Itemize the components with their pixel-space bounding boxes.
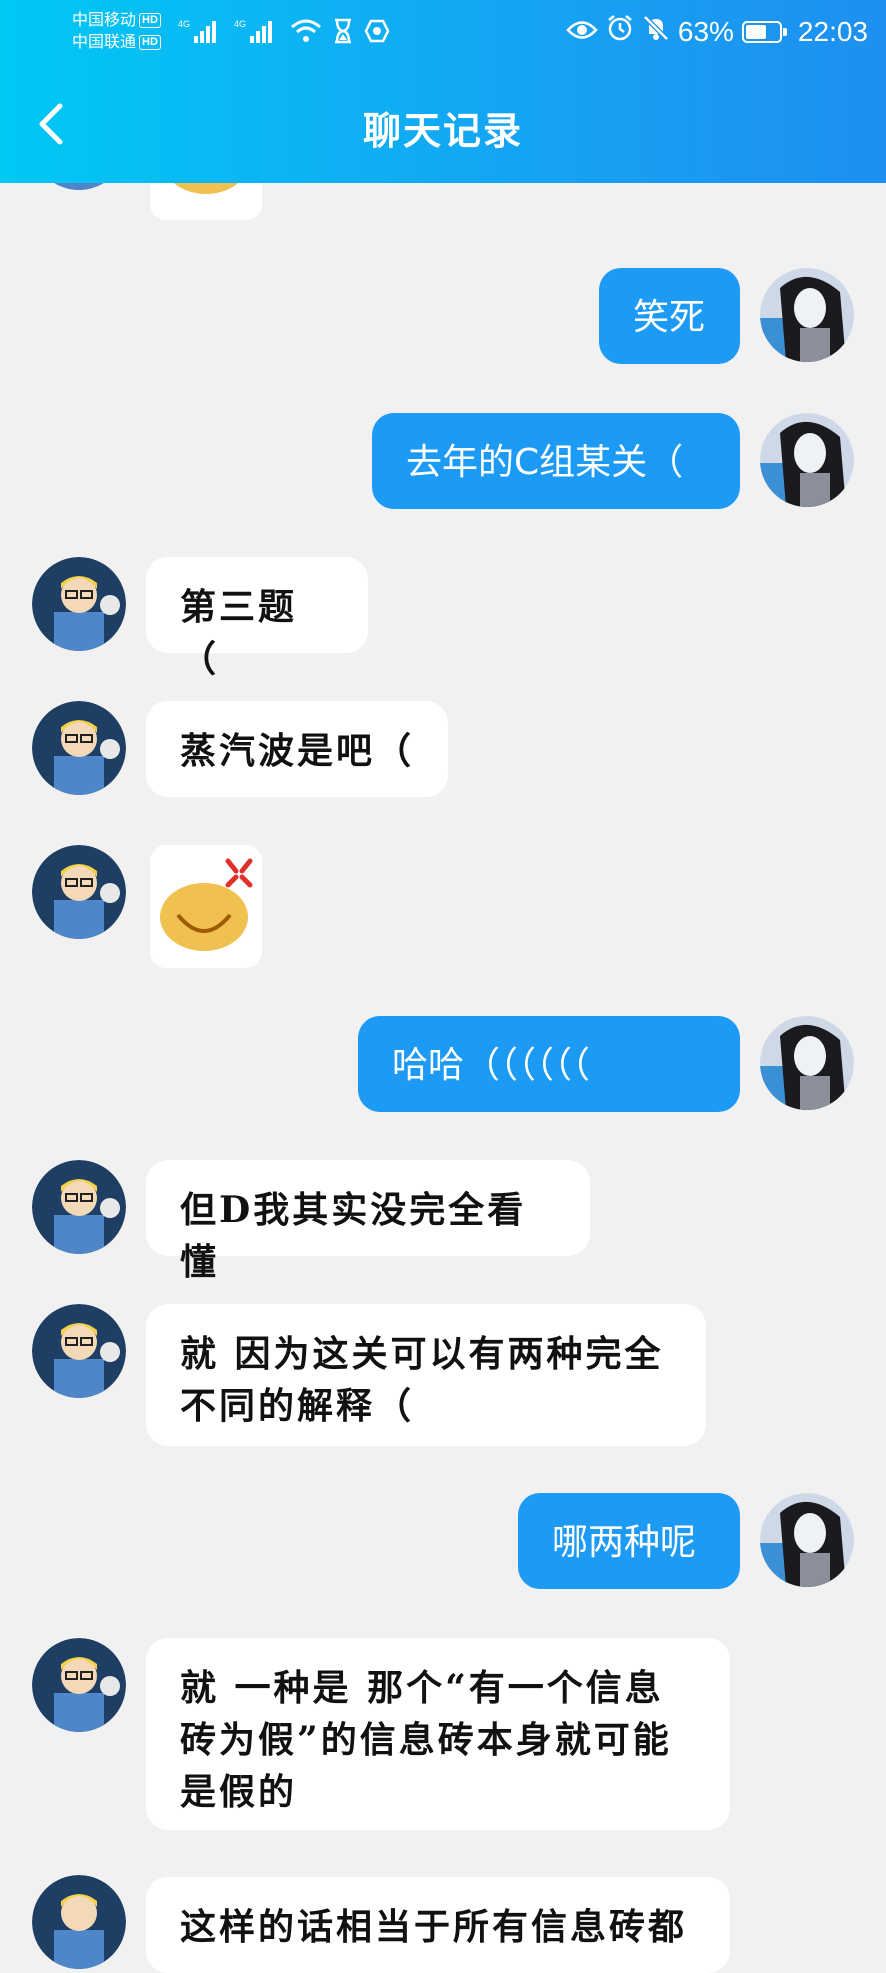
carrier-info: 中国移动 HD 中国联通 HD [72, 10, 161, 54]
avatar-other[interactable] [32, 1160, 126, 1254]
status-right: 63% 22:03 [566, 14, 868, 49]
avatar-other[interactable] [32, 701, 126, 795]
status-bar: 中国移动 HD 中国联通 HD 4G 4G 63% 22:03 [0, 0, 886, 66]
hourglass-icon [332, 18, 354, 44]
sticker-angry-smiling-face[interactable] [150, 845, 262, 968]
avatar-self[interactable] [760, 1493, 854, 1587]
battery-percent: 63% [677, 15, 734, 47]
battery-level [745, 24, 766, 39]
message-bubble-incoming[interactable]: 这样的话相当于所有信息砖都 [146, 1877, 730, 1973]
battery-icon [741, 20, 787, 43]
message-bubble-incoming[interactable]: 就 一种是 那个“有一个信息 砖为假”的信息砖本身就可能 是假的 [146, 1638, 730, 1830]
message-bubble-incoming[interactable]: 第三题（ [146, 557, 368, 680]
message-bubble-incoming[interactable]: 但D我其实没完全看懂 [146, 1160, 590, 1283]
page-title: 聊天记录 [362, 109, 523, 153]
avatar-other[interactable] [32, 1304, 126, 1398]
avatar-other[interactable] [32, 557, 126, 651]
message-bubble-incoming[interactable]: 蒸汽波是吧（ [146, 701, 448, 797]
carrier-2-label: 中国联通 [72, 34, 137, 51]
message-bubble-outgoing[interactable]: 哪两种呢 [518, 1493, 740, 1589]
message-bubble-outgoing[interactable]: 笑死 [599, 268, 740, 364]
message-bubble-incoming[interactable]: 就 因为这关可以有两种完全 不同的解释（ [146, 1304, 706, 1446]
avatar-self[interactable] [760, 268, 854, 362]
network-type: 4G [178, 19, 190, 29]
network-icons: 4G 4G [178, 18, 390, 44]
wifi-icon [290, 18, 322, 44]
avatar-other[interactable] [32, 845, 126, 939]
message-bubble-outgoing[interactable]: 去年的C组某关（ [372, 413, 740, 509]
hd-badge: HD [139, 13, 161, 29]
carrier-1-label: 中国移动 [72, 12, 137, 29]
clock-time: 22:03 [797, 15, 868, 47]
hd-badge: HD [139, 35, 161, 51]
message-bubble-outgoing[interactable]: 哈哈（（（（（（ [358, 1016, 740, 1112]
eye-icon [566, 16, 598, 48]
alarm-icon [606, 14, 634, 49]
avatar-other[interactable] [32, 1638, 126, 1732]
avatar-other[interactable] [32, 1875, 126, 1969]
mute-bell-icon [642, 14, 670, 49]
network-type: 4G [234, 19, 246, 29]
signal-icon: 4G [234, 18, 280, 44]
avatar-self[interactable] [760, 1016, 854, 1110]
avatar-self[interactable] [760, 413, 854, 507]
app-header: 中国移动 HD 中国联通 HD 4G 4G 63% 22:03 聊天记录 [0, 0, 886, 183]
signal-icon: 4G [178, 18, 224, 44]
shield-icon [364, 18, 390, 44]
